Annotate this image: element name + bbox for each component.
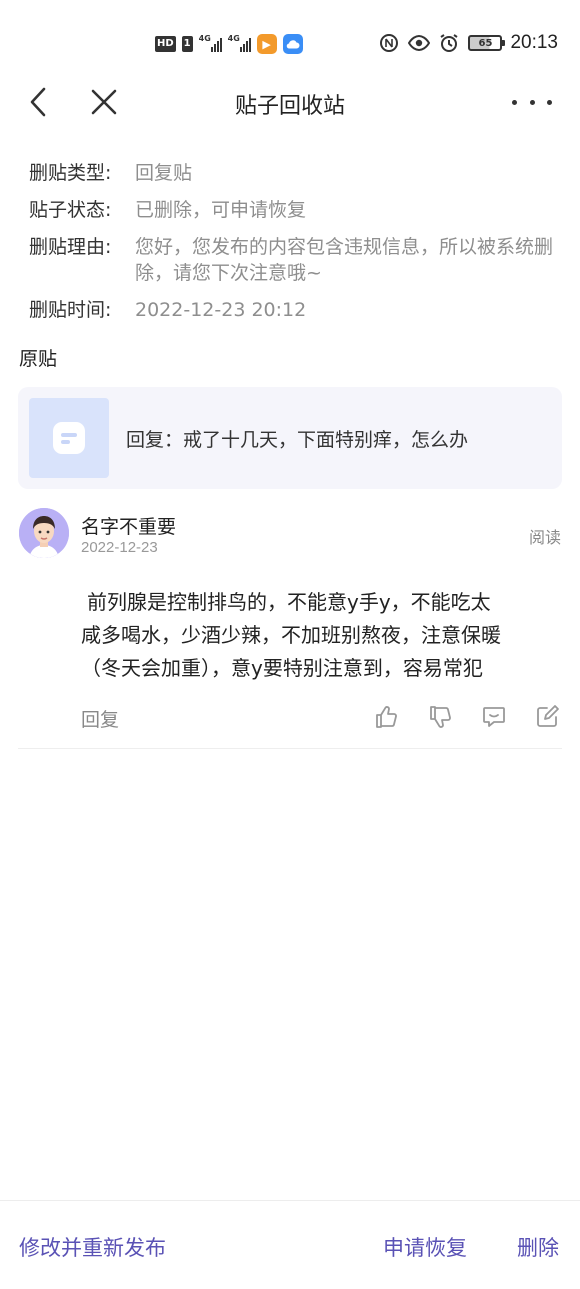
signal-2-label: 4G (227, 34, 240, 43)
thumbs-down-icon[interactable] (428, 704, 454, 730)
status-value: 已删除，可申请恢复 (135, 199, 307, 221)
read-link[interactable]: 阅读 (529, 524, 561, 548)
sim-icon: 1 (181, 36, 193, 52)
info-row-status: 贴子状态: 已删除，可申请恢复 (29, 197, 569, 223)
avatar[interactable] (19, 508, 69, 558)
battery-icon: 65 (468, 35, 506, 51)
status-left: HD 1 4G 4G ▶ (155, 33, 303, 55)
type-value: 回复贴 (135, 162, 193, 184)
reply-line: 咸多喝水，少酒少辣，不加班别熬夜，注意保暖 (81, 623, 501, 647)
cloud-icon (282, 34, 303, 54)
original-post-card[interactable]: 回复：戒了十几天，下面特别痒，怎么办 (18, 387, 562, 489)
signal-icon: 4G (198, 34, 222, 52)
reply-line: 前列腺是控制排鸟的，不能意y手y，不能吃太 (87, 590, 491, 614)
status-bar: HD 1 4G 4G ▶ 65 20:13 (0, 0, 580, 88)
video-app-icon: ▶ (256, 34, 277, 54)
thumbs-up-icon[interactable] (374, 704, 400, 730)
original-post-text: 回复：戒了十几天，下面特别痒，怎么办 (126, 429, 469, 451)
time-label: 删贴时间: (29, 299, 112, 321)
info-row-type: 删贴类型: 回复贴 (29, 160, 569, 186)
signal-1-label: 4G (198, 34, 211, 43)
nfc-icon (378, 32, 400, 54)
user-name[interactable]: 名字不重要 (81, 512, 176, 539)
divider (18, 748, 562, 749)
reply-button[interactable]: 回复 (81, 705, 119, 732)
eye-icon (408, 32, 431, 54)
time-value: 2022-12-23 20:12 (135, 299, 307, 321)
reply-content: 前列腺是控制排鸟的，不能意y手y，不能吃太 咸多喝水，少酒少辣，不加班别熬夜，注… (81, 586, 561, 685)
status-label: 贴子状态: (29, 199, 112, 221)
delete-button[interactable]: 删除 (517, 1232, 559, 1262)
status-time: 20:13 (510, 32, 558, 53)
more-menu-icon[interactable] (512, 88, 552, 116)
info-row-reason: 删贴理由: 您好，您发布的内容包含违规信息，所以被系统删除，请您下次注意哦~ (29, 234, 569, 286)
info-row-time: 删贴时间: 2022-12-23 20:12 (29, 297, 569, 323)
alarm-icon (438, 32, 460, 54)
comment-icon[interactable] (481, 704, 507, 730)
original-post-label: 原贴 (19, 348, 58, 370)
status-right: 65 20:13 (378, 31, 558, 55)
edit-republish-button[interactable]: 修改并重新发布 (19, 1232, 166, 1262)
post-date: 2022-12-23 (81, 539, 158, 556)
document-icon (53, 422, 85, 454)
type-label: 删贴类型: (29, 162, 112, 184)
nav-bar: 贴子回收站 (0, 78, 580, 128)
deletion-info: 删贴类型: 回复贴 贴子状态: 已删除，可申请恢复 删贴理由: 您好，您发布的内… (29, 160, 569, 334)
reply-line: （冬天会加重），意y要特别注意到，容易常犯 (81, 656, 483, 680)
hd-icon: HD (155, 36, 176, 52)
post-thumbnail (29, 398, 109, 478)
reason-label: 删贴理由: (29, 236, 112, 258)
signal-icon-2: 4G (227, 34, 251, 52)
restore-request-button[interactable]: 申请恢复 (383, 1232, 467, 1262)
bottom-divider (0, 1200, 580, 1201)
page-title: 贴子回收站 (234, 94, 345, 119)
reason-value: 您好，您发布的内容包含违规信息，所以被系统删除，请您下次注意哦~ (135, 236, 554, 284)
edit-icon[interactable] (534, 704, 560, 730)
